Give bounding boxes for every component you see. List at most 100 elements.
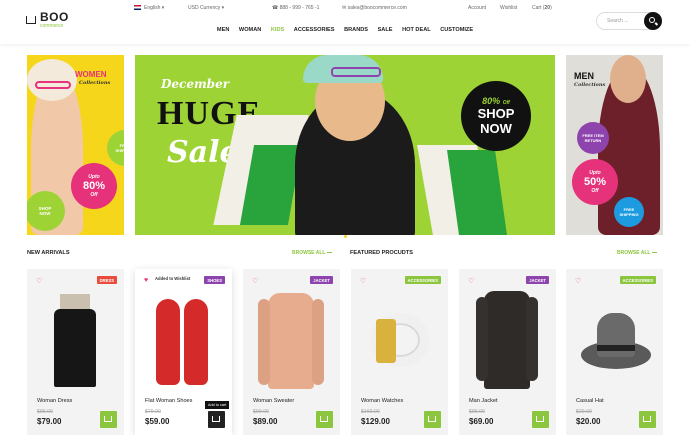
add-to-cart-button[interactable] <box>100 411 117 428</box>
wishlist-added-label: Added to Wishlist <box>155 276 191 281</box>
slider-dot[interactable] <box>334 235 337 238</box>
nav-customize[interactable]: CUSTOMIZE <box>440 27 473 33</box>
slider-dot[interactable] <box>349 235 352 238</box>
old-price: $85.00 <box>469 409 485 415</box>
account-link[interactable]: Account <box>468 5 486 11</box>
main-nav: MEN WOMAN KIDS ACCESSORIES BRANDS SALE H… <box>0 27 690 33</box>
nav-sale[interactable]: SALE <box>378 27 393 33</box>
wishlist-heart-icon[interactable]: ♡ <box>575 277 581 285</box>
slider-dot-active[interactable] <box>344 235 347 238</box>
product-card-flat-woman-shoes[interactable]: ♥ Added to Wishlist SHOES Flat Woman Sho… <box>135 269 232 435</box>
phone-info: ☎ 888 - 999 - 765 -1 <box>272 5 320 11</box>
product-card-woman-watches[interactable]: ♡ ACCESSORIES Woman Watches $169.00 $129… <box>351 269 448 435</box>
old-price: $85.00 <box>37 409 53 415</box>
wishlist-link[interactable]: Wishlist <box>500 5 517 11</box>
slider-dot[interactable] <box>339 235 342 238</box>
add-to-cart-button[interactable] <box>639 411 656 428</box>
wishlist-heart-filled-icon[interactable]: ♥ <box>144 277 148 284</box>
shoes-image <box>150 289 217 389</box>
free-return-badge: FREE ITEM RETURN <box>577 122 609 154</box>
product-name[interactable]: Woman Dress <box>37 398 72 404</box>
add-to-cart-button[interactable] <box>208 411 225 428</box>
wishlist-heart-icon[interactable]: ♡ <box>252 277 258 285</box>
category-badge: SHOES <box>204 276 225 284</box>
nav-brands[interactable]: BRANDS <box>344 27 368 33</box>
men-discount-badge: Upto 50% Off <box>572 159 618 205</box>
price: $89.00 <box>253 417 278 426</box>
hero-glasses-icon <box>331 67 381 77</box>
cart-icon <box>643 416 651 422</box>
product-card-casual-hat[interactable]: ♡ ACCESSORIES Casual Hat $29.00 $20.00 <box>566 269 663 435</box>
woman-hair <box>27 59 77 101</box>
new-arrivals-heading: NEW ARRIVALS <box>27 250 70 256</box>
cart-icon <box>428 416 436 422</box>
old-price: $99.00 <box>253 409 269 415</box>
product-card-woman-dress[interactable]: ♡ DRESS Woman Dress $85.00 $79.00 <box>27 269 124 435</box>
nav-hot-deal[interactable]: HOT DEAL <box>402 27 431 33</box>
product-name[interactable]: Woman Watches <box>361 398 403 404</box>
hero-offer-badge[interactable]: 80% Off SHOP NOW <box>461 81 531 151</box>
cart-link[interactable]: Cart (20) <box>532 5 552 11</box>
hero-month: December <box>161 77 230 91</box>
category-badge: DRESS <box>96 276 117 284</box>
nav-accessories[interactable]: ACCESSORIES <box>294 27 335 33</box>
product-name[interactable]: Woman Sweater <box>253 398 294 404</box>
nav-men[interactable]: MEN <box>217 27 229 33</box>
add-to-cart-button[interactable] <box>532 411 549 428</box>
cart-icon <box>320 416 328 422</box>
cart-icon <box>104 416 112 422</box>
price: $69.00 <box>469 417 494 426</box>
featured-products-heading: FEATURED PROCUDTS <box>350 250 413 256</box>
wishlist-heart-icon[interactable]: ♡ <box>468 277 474 285</box>
women-subtitle: Collections <box>79 80 111 86</box>
add-to-cart-button[interactable] <box>424 411 441 428</box>
hero-banner[interactable]: December HUGE Sale 80% Off SHOP NOW <box>135 55 555 235</box>
cart-icon <box>212 416 220 422</box>
category-badge: JACKET <box>310 276 333 284</box>
women-collection-banner[interactable]: WOMEN Collections FREE SHIPPING Upto 80%… <box>27 55 124 235</box>
currency-selector[interactable]: USD Currency ▾ <box>188 5 224 11</box>
jacket-image <box>474 289 541 389</box>
watch-image <box>366 289 433 389</box>
email-info[interactable]: ✉ sales@boocommerce.com <box>342 5 407 11</box>
wishlist-heart-icon[interactable]: ♡ <box>360 277 366 285</box>
product-name[interactable]: Flat Woman Shoes <box>145 398 192 404</box>
product-name[interactable]: Man Jacket <box>469 398 498 404</box>
search-box[interactable]: Search ... <box>596 12 662 30</box>
brand-name: BOO <box>40 10 69 24</box>
nav-woman[interactable]: WOMAN <box>239 27 261 33</box>
search-icon <box>649 17 655 23</box>
product-card-man-jacket[interactable]: ♡ JACKET Man Jacket $85.00 $69.00 <box>459 269 556 435</box>
women-title: WOMEN <box>75 70 107 79</box>
old-price: $169.00 <box>361 409 380 415</box>
old-price: $79.00 <box>145 409 161 415</box>
add-to-cart-tooltip: Add to cart <box>205 401 230 409</box>
cart-icon <box>536 416 544 422</box>
men-subtitle: Collections <box>574 82 606 88</box>
women-discount-badge: Upto 80% Off <box>71 163 117 209</box>
free-shipping-badge: FREE SHIPPING <box>107 130 124 166</box>
price: $79.00 <box>37 417 62 426</box>
men-title: MEN <box>574 71 594 81</box>
search-button[interactable] <box>644 12 662 30</box>
add-to-cart-button[interactable] <box>316 411 333 428</box>
category-badge: ACCESSORIES <box>619 276 656 284</box>
new-arrivals-browse-all[interactable]: BROWSE ALL <box>292 250 332 256</box>
wishlist-heart-icon[interactable]: ♡ <box>36 277 42 285</box>
slider-pagination <box>333 225 353 243</box>
phone-icon: ☎ <box>272 5 280 11</box>
men-collection-banner[interactable]: MEN Collections FREE ITEM RETURN Upto 50… <box>566 55 663 235</box>
woman-dress-image <box>42 289 109 389</box>
language-selector[interactable]: English ▾ <box>134 5 164 11</box>
featured-browse-all[interactable]: BROWSE ALL <box>617 250 657 256</box>
category-badge: JACKET <box>526 276 549 284</box>
hat-image <box>581 289 651 389</box>
search-input[interactable]: Search ... <box>607 18 628 24</box>
product-name[interactable]: Casual Hat <box>576 398 604 404</box>
glasses-icon <box>35 81 71 89</box>
nav-kids[interactable]: KIDS <box>271 27 284 33</box>
men-free-shipping-badge: FREE SHIPPING <box>614 197 644 227</box>
product-card-woman-sweater[interactable]: ♡ JACKET Woman Sweater $99.00 $89.00 <box>243 269 340 435</box>
old-price: $29.00 <box>576 409 592 415</box>
price: $129.00 <box>361 417 390 426</box>
